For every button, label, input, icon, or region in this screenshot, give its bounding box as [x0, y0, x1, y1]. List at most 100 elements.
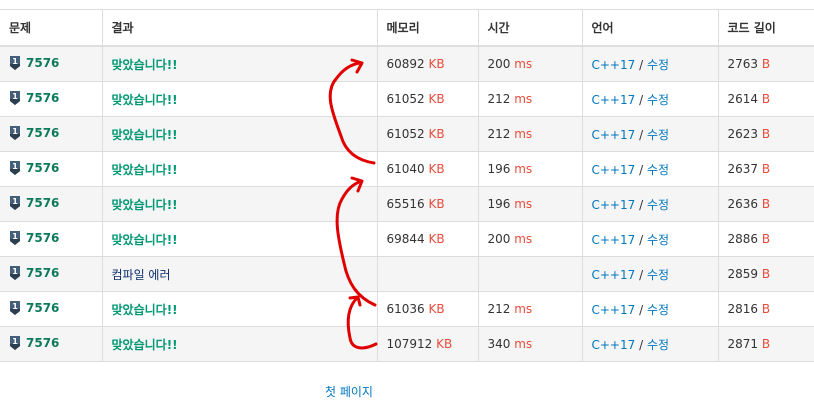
- cell-language: C++17 / 수정: [582, 291, 719, 327]
- header-language: 언어: [582, 9, 719, 47]
- code-length-unit: B: [761, 337, 771, 351]
- time-unit: ms: [514, 57, 533, 71]
- cell-code-length: 2816 B: [718, 291, 814, 327]
- edit-link[interactable]: 수정: [647, 58, 669, 72]
- problem-link[interactable]: 7576: [26, 231, 59, 245]
- cell-code-length: 2886 B: [718, 221, 814, 257]
- result-text: 맞았습니다!!: [111, 302, 178, 317]
- language-link[interactable]: C++17: [592, 93, 636, 107]
- problem-link[interactable]: 7576: [26, 56, 59, 70]
- cell-language: C++17 / 수정: [582, 256, 719, 292]
- time-unit: ms: [514, 232, 533, 246]
- result-text: 맞았습니다!!: [111, 232, 178, 247]
- problem-link[interactable]: 7576: [26, 161, 59, 175]
- separator: /: [639, 197, 644, 212]
- svg-text:1: 1: [12, 302, 18, 311]
- first-page-link[interactable]: 첫 페이지: [325, 383, 373, 400]
- tier-badge-icon: 1: [9, 335, 21, 351]
- table-row: 1 7576 컴파일 에러 C++17 / 수정 2859 B: [0, 256, 814, 292]
- edit-link[interactable]: 수정: [647, 163, 669, 177]
- time-value: 196: [487, 197, 511, 211]
- svg-text:1: 1: [12, 197, 18, 206]
- cell-result: 맞았습니다!!: [102, 116, 378, 152]
- cell-result: 맞았습니다!!: [102, 151, 378, 187]
- cell-problem: 1 7576: [0, 221, 103, 257]
- time-value: 196: [487, 162, 511, 176]
- cell-memory: 107912 KB: [377, 326, 479, 362]
- problem-link[interactable]: 7576: [26, 91, 59, 105]
- tier-badge-icon: 1: [9, 125, 21, 141]
- result-text[interactable]: 컴파일 에러: [112, 268, 171, 282]
- time-unit: ms: [514, 127, 533, 141]
- code-length-value: 2636: [727, 197, 759, 211]
- code-length-unit: B: [761, 127, 771, 141]
- time-unit: ms: [514, 197, 533, 211]
- language-link[interactable]: C++17: [592, 198, 636, 212]
- problem-link[interactable]: 7576: [26, 126, 59, 140]
- time-unit: ms: [514, 302, 533, 316]
- problem-link[interactable]: 7576: [26, 336, 59, 350]
- edit-link[interactable]: 수정: [647, 338, 669, 352]
- cell-language: C++17 / 수정: [582, 221, 719, 257]
- memory-value: 61052: [386, 127, 425, 141]
- edit-link[interactable]: 수정: [647, 233, 669, 247]
- table-row: 1 7576 맞았습니다!! 61052 KB 212 ms C++17 / 수정 2614…: [0, 81, 814, 117]
- cell-memory: 65516 KB: [377, 186, 479, 222]
- cell-memory: 61040 KB: [377, 151, 479, 187]
- edit-link[interactable]: 수정: [647, 198, 669, 212]
- time-value: 212: [487, 302, 511, 316]
- edit-link[interactable]: 수정: [647, 93, 669, 107]
- cell-code-length: 2623 B: [718, 116, 814, 152]
- time-value: 212: [487, 127, 511, 141]
- cell-result: 맞았습니다!!: [102, 326, 378, 362]
- svg-text:1: 1: [12, 267, 18, 276]
- cell-memory: 61036 KB: [377, 291, 479, 327]
- cell-code-length: 2871 B: [718, 326, 814, 362]
- problem-link[interactable]: 7576: [26, 266, 59, 280]
- cell-time: 212 ms: [478, 116, 583, 152]
- language-link[interactable]: C++17: [592, 163, 636, 177]
- table-header-row: 문제 결과 메모리 시간 언어 코드 길이: [0, 9, 814, 47]
- table-row: 1 7576 맞았습니다!! 65516 KB 196 ms C++17 / 수정 2636…: [0, 186, 814, 222]
- separator: /: [639, 162, 644, 177]
- edit-link[interactable]: 수정: [647, 303, 669, 317]
- language-link[interactable]: C++17: [592, 338, 636, 352]
- language-link[interactable]: C++17: [592, 128, 636, 142]
- code-length-value: 2859: [727, 267, 759, 281]
- code-length-unit: B: [761, 162, 771, 176]
- tier-badge-icon: 1: [9, 300, 21, 316]
- problem-link[interactable]: 7576: [26, 196, 59, 210]
- memory-unit: KB: [428, 197, 445, 211]
- code-length-unit: B: [761, 92, 771, 106]
- cell-result: 맞았습니다!!: [102, 221, 378, 257]
- code-length-unit: B: [761, 302, 771, 316]
- cell-problem: 1 7576: [0, 291, 103, 327]
- edit-link[interactable]: 수정: [647, 268, 669, 282]
- cell-language: C++17 / 수정: [582, 46, 719, 82]
- cell-problem: 1 7576: [0, 81, 103, 117]
- cell-memory: 69844 KB: [377, 221, 479, 257]
- problem-link[interactable]: 7576: [26, 301, 59, 315]
- language-link[interactable]: C++17: [592, 58, 636, 72]
- time-value: 200: [487, 232, 511, 246]
- cell-memory: 61052 KB: [377, 116, 479, 152]
- svg-text:1: 1: [12, 162, 18, 171]
- table-row: 1 7576 맞았습니다!! 61036 KB 212 ms C++17 / 수정 2816…: [0, 291, 814, 327]
- language-link[interactable]: C++17: [592, 303, 636, 317]
- code-length-value: 2637: [727, 162, 759, 176]
- language-link[interactable]: C++17: [592, 268, 636, 282]
- header-result: 결과: [102, 9, 378, 47]
- edit-link[interactable]: 수정: [647, 128, 669, 142]
- cell-code-length: 2859 B: [718, 256, 814, 292]
- result-text: 맞았습니다!!: [111, 127, 178, 142]
- cell-time: [478, 256, 583, 292]
- cell-problem: 1 7576: [0, 116, 103, 152]
- table-row: 1 7576 맞았습니다!! 69844 KB 200 ms C++17 / 수정 2886…: [0, 221, 814, 257]
- cell-language: C++17 / 수정: [582, 151, 719, 187]
- table-row: 1 7576 맞았습니다!! 60892 KB 200 ms C++17 / 수정 2763…: [0, 46, 814, 82]
- cell-code-length: 2636 B: [718, 186, 814, 222]
- memory-value: 61040: [386, 162, 425, 176]
- language-link[interactable]: C++17: [592, 233, 636, 247]
- memory-value: 61036: [386, 302, 425, 316]
- memory-unit: KB: [428, 92, 445, 106]
